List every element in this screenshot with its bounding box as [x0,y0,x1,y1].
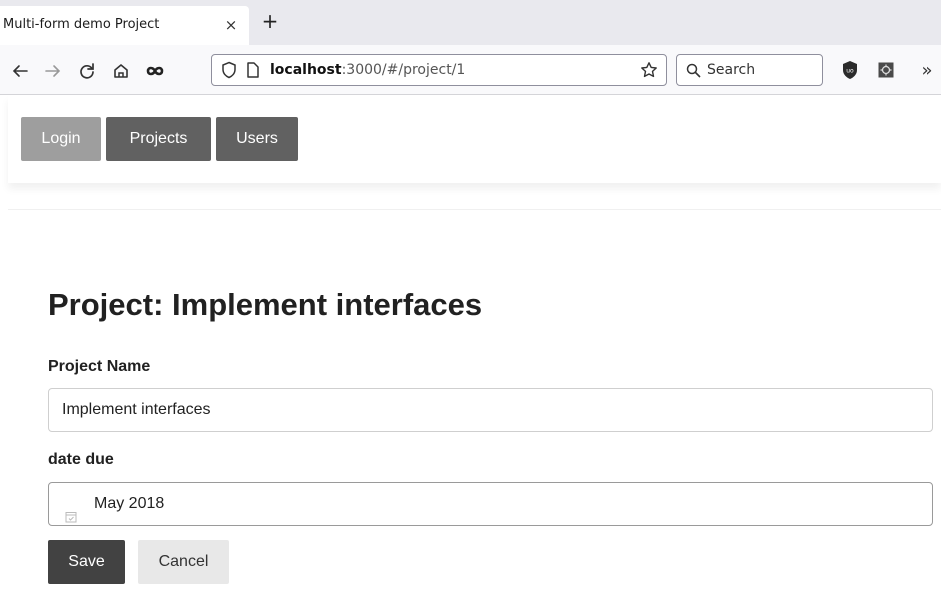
app-navigation: Login Projects Users [8,95,941,183]
browser-nav-bar: localhost:3000/#/project/1 Search uo » [0,45,941,95]
date-due-value: May 2018 [94,495,165,512]
divider [8,209,941,210]
home-icon[interactable] [109,59,133,83]
browser-tab-bar: Multi-form demo Project × + [0,0,941,45]
svg-text:uo: uo [846,68,854,75]
search-input[interactable]: Search [707,62,755,78]
date-due-input[interactable]: May 2018 [48,482,933,526]
page-title: Project: Implement interfaces [48,287,483,322]
tab-close-icon[interactable]: × [222,15,240,35]
shield-icon[interactable] [221,61,237,83]
url-host: localhost [270,62,342,78]
url-bar[interactable]: localhost:3000/#/project/1 [211,54,667,86]
project-name-label: Project Name [48,358,151,375]
url-path: :3000/#/project/1 [341,62,466,78]
reload-icon[interactable] [75,59,99,83]
infinity-icon[interactable] [143,59,167,83]
save-button[interactable]: Save [48,540,125,584]
url-text[interactable]: localhost:3000/#/project/1 [270,62,465,78]
ublock-icon[interactable]: uo [838,58,862,82]
new-tab-button[interactable]: + [259,11,281,33]
search-icon [686,63,701,82]
login-nav-button[interactable]: Login [21,117,101,161]
tab-title: Multi-form demo Project [3,17,160,32]
date-due-label: date due [48,451,114,468]
overflow-chevron-icon[interactable]: » [915,58,939,82]
users-nav-button[interactable]: Users [216,117,298,161]
back-arrow-icon[interactable] [8,59,32,83]
projects-nav-button[interactable]: Projects [106,117,211,161]
star-icon[interactable] [640,61,658,83]
cancel-button[interactable]: Cancel [138,540,229,584]
search-bar[interactable]: Search [676,54,823,86]
extension-icon[interactable] [874,58,898,82]
calendar-icon[interactable] [65,498,77,540]
forward-arrow-icon[interactable] [41,59,65,83]
project-name-input[interactable]: Implement interfaces [48,388,933,432]
page-icon[interactable] [246,61,260,83]
browser-tab[interactable]: Multi-form demo Project × [0,6,249,45]
